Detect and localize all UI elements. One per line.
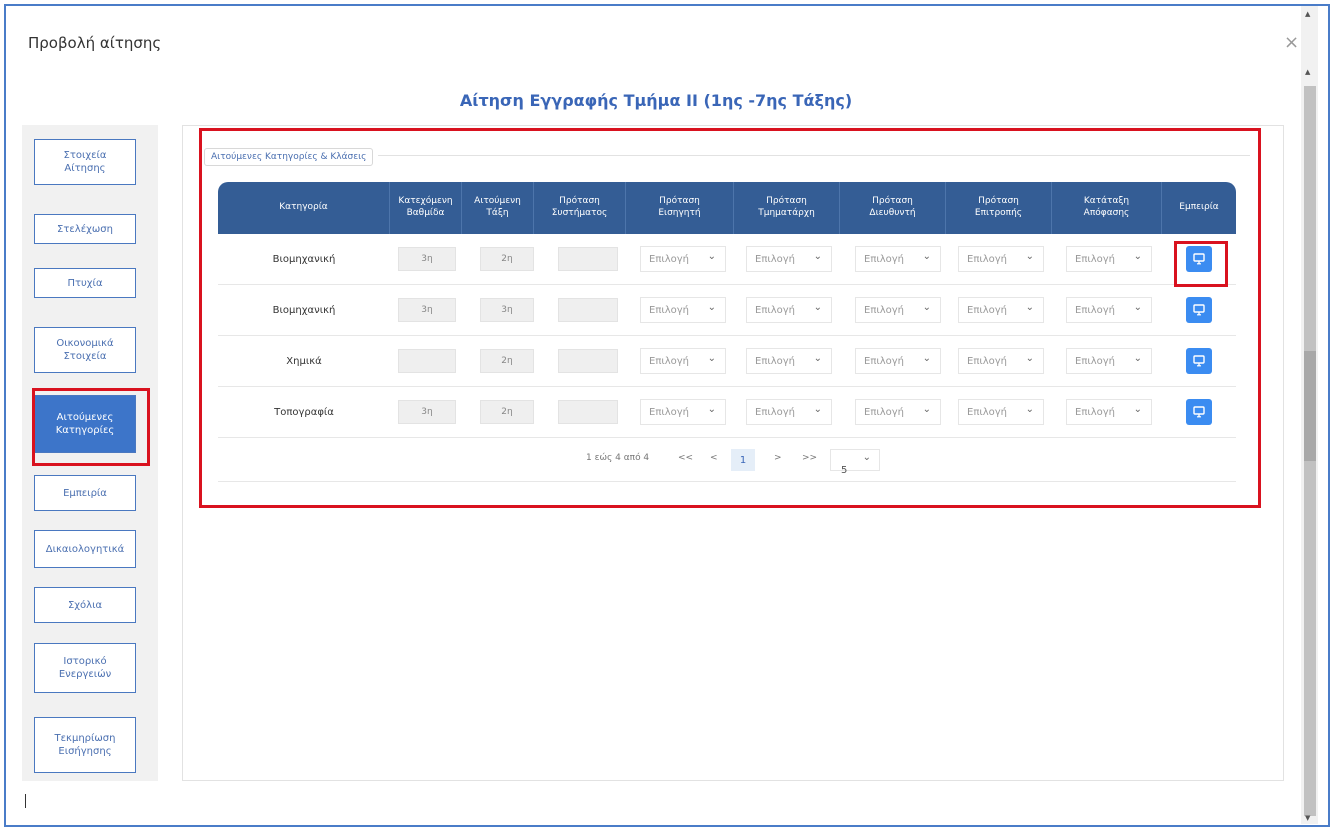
sidebar-item-history[interactable]: Ιστορικό Ενεργειών: [34, 643, 136, 693]
scroll-up-icon[interactable]: ▲: [1305, 68, 1310, 76]
text-cursor: [25, 794, 26, 808]
highlight-box-sidebar: [32, 388, 150, 466]
sidebar-item-justification[interactable]: Τεκμηρίωση Εισήγησης: [34, 717, 136, 773]
scroll-down-icon[interactable]: ▼: [1305, 814, 1310, 822]
close-icon[interactable]: ×: [1284, 32, 1299, 53]
sidebar-item-staffing[interactable]: Στελέχωση: [34, 214, 136, 244]
page-title: Αίτηση Εγγραφής Τμήμα ΙΙ (1ης -7ης Τάξης…: [459, 91, 853, 110]
scrollbar[interactable]: ▲ ▲ ▼: [1301, 6, 1318, 824]
highlight-box-table: [199, 128, 1261, 508]
dialog-title: Προβολή αίτησης: [28, 34, 162, 52]
highlight-box-experience: [1174, 241, 1228, 287]
sidebar-item-financial-details[interactable]: Οικονομικά Στοιχεία: [34, 327, 136, 373]
sidebar-item-degrees[interactable]: Πτυχία: [34, 268, 136, 298]
scroll-thumb[interactable]: [1304, 351, 1316, 461]
sidebar-item-application-details[interactable]: Στοιχεία Αίτησης: [34, 139, 136, 185]
sidebar-item-comments[interactable]: Σχόλια: [34, 587, 136, 623]
sidebar-item-documents[interactable]: Δικαιολογητικά: [34, 530, 136, 568]
scroll-up-icon[interactable]: ▲: [1305, 10, 1310, 18]
sidebar-item-experience[interactable]: Εμπειρία: [34, 475, 136, 511]
